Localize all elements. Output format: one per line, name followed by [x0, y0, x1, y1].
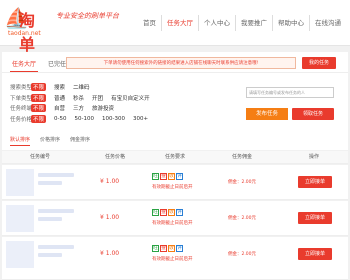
top-header: ⛵ 淘单 taodan.net 专业安全的刷单平台 首页 任务大厅 个人中心 我… [0, 0, 350, 54]
req-badge: 旺 [152, 209, 159, 216]
task-commission: 佣金：2.00元 [228, 180, 257, 185]
blurred-title [38, 217, 62, 221]
filter-option[interactable]: 100-300 [102, 116, 125, 122]
task-note: 有效期截止日前后开 [152, 257, 193, 262]
sort-commission[interactable]: 佣金排序 [70, 136, 90, 146]
task-note: 有效期截止日前后开 [152, 185, 193, 190]
pickup-task-button[interactable]: 领取任务 [292, 108, 334, 120]
col-requirements: 任务要求 [165, 154, 186, 160]
filter-option[interactable]: 50-100 [75, 116, 94, 122]
task-price: ¥ 1.00 [100, 214, 120, 221]
filter-option[interactable]: 二维码 [73, 83, 90, 91]
req-badge: 收 [168, 173, 175, 180]
filter-option[interactable]: 秒杀 [73, 94, 84, 102]
main-nav: 首页 任务大厅 个人中心 我要推广 帮助中心 在线沟通 [138, 15, 346, 31]
col-commission: 任务佣金 [232, 154, 253, 160]
task-price: ¥ 1.00 [100, 178, 120, 185]
filter-option[interactable]: 三方 [73, 104, 84, 112]
tab-task-hall[interactable]: 任务大厅 [10, 59, 39, 72]
filter-label: 下单类型 [10, 95, 33, 102]
task-note: 有效期截止日前后开 [152, 221, 193, 226]
filter-label: 搜索类型 [10, 85, 33, 92]
accept-task-button[interactable]: 立即接单 [298, 176, 332, 188]
nav-home[interactable]: 首页 [138, 15, 162, 31]
filter-price: 任务价格 不限 0-50 50-100 100-300 300+ [10, 114, 240, 125]
nav-promote[interactable]: 我要推广 [236, 15, 273, 31]
filter-label: 任务价格 [10, 116, 33, 123]
accept-task-button[interactable]: 立即接单 [298, 248, 332, 260]
blurred-title [38, 181, 62, 185]
filter-option[interactable]: 搜索 [54, 83, 65, 91]
filter-option[interactable]: 自营 [54, 104, 65, 112]
product-thumbnail [6, 169, 34, 196]
blurred-title [38, 173, 74, 177]
slogan: 专业安全的刷单平台 [56, 12, 119, 20]
nav-help[interactable]: 帮助中心 [273, 15, 310, 31]
task-price: ¥ 1.00 [100, 250, 120, 257]
requirement-badges: 旺 搜 收 评 [152, 209, 184, 216]
req-badge: 收 [168, 245, 175, 252]
logo[interactable]: ⛵ 淘单 taodan.net [4, 5, 48, 54]
sort-price[interactable]: 价格排序 [40, 136, 60, 146]
filter-label: 任务终端 [10, 106, 33, 113]
logo-subtext: taodan.net [8, 30, 41, 37]
nav-profile[interactable]: 个人中心 [199, 15, 236, 31]
req-badge: 评 [176, 173, 183, 180]
req-badge: 搜 [160, 209, 167, 216]
filter-option[interactable]: 普通 [54, 94, 65, 102]
filter-option[interactable]: 不限 [31, 104, 47, 113]
product-thumbnail [6, 205, 34, 232]
col-task-id: 任务编号 [30, 154, 51, 160]
product-thumbnail [6, 241, 34, 268]
table-row: ¥ 1.00 旺 搜 收 评 有效期截止日前后开 佣金：2.00元 立即接单 [2, 201, 348, 236]
sort-bar: 默认排序 价格排序 佣金排序 [10, 136, 100, 146]
filter-option[interactable]: 不限 [31, 83, 47, 92]
blurred-title [38, 209, 74, 213]
req-badge: 搜 [160, 173, 167, 180]
nav-chat[interactable]: 在线沟通 [310, 15, 346, 31]
col-price: 任务价格 [105, 154, 126, 160]
req-badge: 搜 [160, 245, 167, 252]
filter-option[interactable]: 300+ [133, 116, 148, 122]
filter-panel: 任务大厅 已完任务 下单请勿使用任何搜索外的链接的结果进入店铺在线聊天时联系供应… [2, 52, 348, 150]
filter-option[interactable]: 开团 [92, 94, 103, 102]
sort-default[interactable]: 默认排序 [10, 136, 31, 146]
filter-search-type: 搜索类型 不限 搜索 二维码 [10, 82, 240, 93]
req-badge: 评 [176, 209, 183, 216]
req-badge: 收 [168, 209, 175, 216]
filter-option[interactable]: 有宝贝自定义开 [111, 94, 150, 102]
task-commission: 佣金：2.00元 [228, 216, 257, 221]
notice-banner: 下单请勿使用任何搜索外的链接的结果进入店铺在线聊天时联系供应请注意哦! [66, 57, 296, 69]
requirement-badges: 旺 搜 收 评 [152, 245, 184, 252]
requirement-badges: 旺 搜 收 评 [152, 173, 184, 180]
filter-option[interactable]: 旅游投资 [92, 104, 114, 112]
req-badge: 评 [176, 245, 183, 252]
blurred-title [38, 245, 74, 249]
filter-option[interactable]: 0-50 [54, 116, 66, 122]
blurred-title [38, 253, 62, 257]
divider [2, 72, 348, 73]
table-row: ¥ 1.00 旺 搜 收 评 有效期截止日前后开 佣金：2.00元 立即接单 [2, 237, 348, 280]
filter-option[interactable]: 不限 [31, 114, 47, 123]
filter-rows: 搜索类型 不限 搜索 二维码 下单类型 不限 普通 秒杀 开团 有宝贝自定义开 … [10, 82, 240, 124]
app-root: ⛵ 淘单 taodan.net 专业安全的刷单平台 首页 任务大厅 个人中心 我… [0, 0, 350, 280]
req-badge: 旺 [152, 245, 159, 252]
my-tasks-button[interactable]: 我的任务 [302, 57, 336, 69]
filter-terminal: 任务终端 不限 自营 三方 旅游投资 [10, 103, 240, 114]
filter-option[interactable]: 不限 [31, 93, 47, 102]
search-input[interactable]: 请填写任务编号或发布任务的人 [246, 87, 334, 98]
table-row: ¥ 1.00 旺 搜 收 评 有效期截止日前后开 佣金：2.00元 立即接单 [2, 165, 348, 200]
publish-task-button[interactable]: 发布任务 [246, 108, 288, 120]
req-badge: 旺 [152, 173, 159, 180]
filter-order-type: 下单类型 不限 普通 秒杀 开团 有宝贝自定义开 [10, 93, 240, 104]
table-header: 任务编号 任务价格 任务要求 任务佣金 操作 [2, 151, 348, 164]
nav-task-hall[interactable]: 任务大厅 [162, 15, 199, 31]
accept-task-button[interactable]: 立即接单 [298, 212, 332, 224]
task-commission: 佣金：2.00元 [228, 252, 257, 257]
col-action: 操作 [309, 154, 320, 160]
